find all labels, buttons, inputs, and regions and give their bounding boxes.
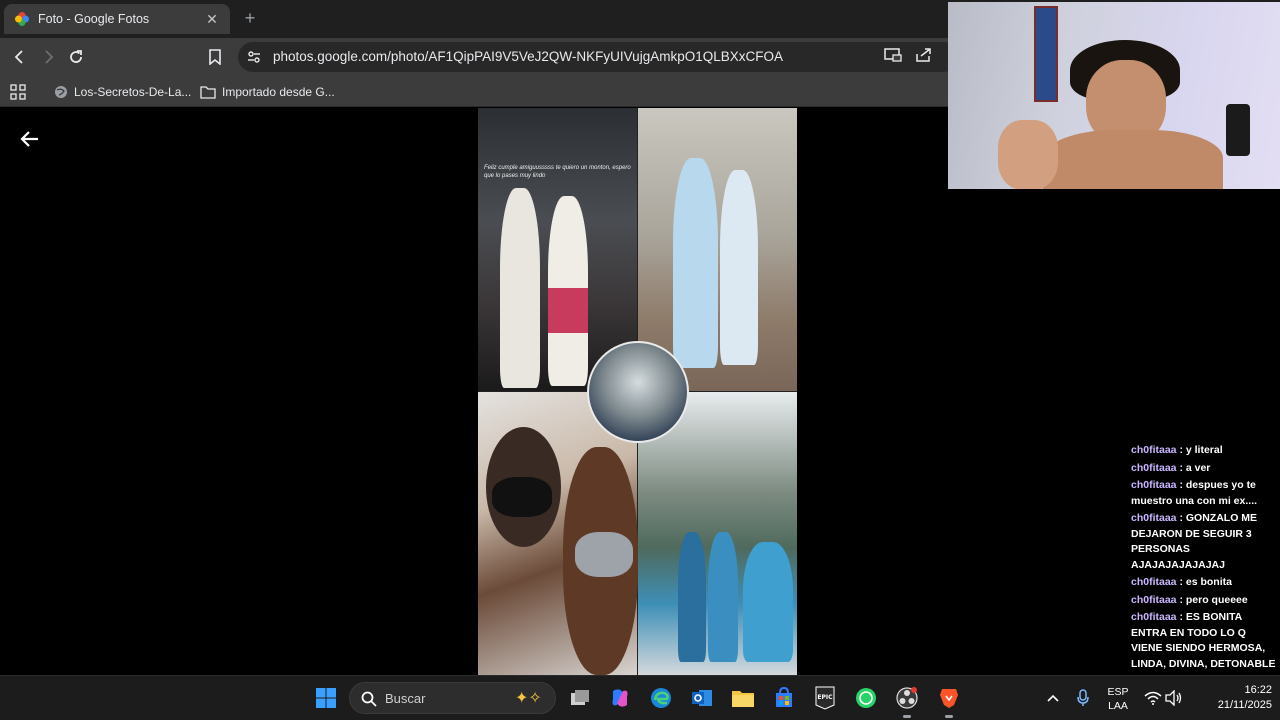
epic-games-icon[interactable]: EPIC	[812, 685, 838, 711]
chat-message: ch0fitaaa : despues yo te muestro una co…	[1131, 479, 1258, 507]
taskbar-search[interactable]: Buscar ✦✧	[349, 682, 556, 714]
obs-studio-icon[interactable]	[894, 685, 920, 711]
photo-circle-inset	[587, 341, 689, 443]
chevron-up-icon[interactable]	[1040, 685, 1066, 711]
bookmark-label: Importado desde G...	[222, 85, 335, 99]
back-arrow-icon[interactable]	[18, 127, 42, 151]
chat-message: ch0fitaaa : a ver	[1131, 461, 1211, 474]
microsoft-store-icon[interactable]	[771, 685, 797, 711]
outlook-icon[interactable]	[689, 685, 715, 711]
chat-message: ch0fitaaa : y literal	[1131, 444, 1223, 456]
cast-icon[interactable]	[884, 47, 902, 63]
microphone-icon[interactable]	[1070, 685, 1096, 711]
browser-tab-active[interactable]: Foto - Google Fotos ✕	[4, 4, 230, 34]
address-bar[interactable]: photos.google.com/photo/AF1QipPAI9V5VeJ2…	[238, 42, 958, 72]
copilot-icon[interactable]	[607, 685, 633, 711]
chat-message: ch0fitaaa : pero queeee	[1131, 593, 1248, 606]
webcam-overlay	[948, 2, 1280, 189]
input-language[interactable]: ESP LAA	[1102, 685, 1134, 713]
bookmark-label: Los-Secretos-De-La...	[74, 85, 192, 99]
brave-browser-icon[interactable]	[936, 685, 962, 711]
stream-chat: ch0fitaaa : y literal ch0fitaaa : a ver …	[1131, 443, 1276, 674]
chat-message: ch0fitaaa : es bonita	[1131, 576, 1232, 588]
share-icon[interactable]	[915, 47, 933, 63]
apps-grid-icon[interactable]	[10, 81, 32, 103]
back-icon[interactable]	[8, 45, 32, 69]
search-icon	[361, 691, 377, 707]
reload-icon[interactable]	[64, 45, 88, 69]
chat-message: ch0fitaaa : ES BONITA ENTRA EN TODO LO Q…	[1131, 611, 1276, 670]
file-explorer-icon[interactable]	[730, 685, 756, 711]
system-clock[interactable]: 16:22 21/11/2025	[1192, 683, 1272, 713]
bookmark-star-icon[interactable]	[203, 45, 227, 69]
collage-photo[interactable]: Feliz cumple amiguusssss te quiero un mo…	[478, 108, 797, 675]
bookmark-folder-importado[interactable]: Importado desde G...	[200, 81, 335, 103]
volume-icon[interactable]	[1161, 685, 1187, 711]
streamer-body	[1043, 130, 1223, 189]
svg-text:EPIC: EPIC	[817, 694, 833, 701]
bookmark-item-secretos[interactable]: Los-Secretos-De-La...	[54, 81, 191, 103]
forward-icon[interactable]	[36, 45, 60, 69]
chat-message: ch0fitaaa : GONZALO ME DEJARON DE SEGUIR…	[1131, 512, 1258, 571]
tab-title: Foto - Google Fotos	[38, 12, 150, 26]
close-tab-icon[interactable]: ✕	[204, 11, 220, 28]
search-label: Buscar	[385, 691, 426, 706]
sparkle-icon: ✦✧	[515, 690, 542, 707]
windows-taskbar: Buscar ✦✧ EPIC ESP LAA 16:22 21/11/2025	[0, 675, 1280, 720]
streamer-hand	[998, 120, 1058, 189]
whatsapp-icon[interactable]	[853, 685, 879, 711]
wall-poster	[1034, 6, 1058, 102]
folder-icon	[200, 86, 216, 99]
globe-icon	[55, 86, 67, 98]
site-settings-icon[interactable]	[246, 49, 262, 65]
windows-start-icon[interactable]	[313, 685, 339, 711]
speaker	[1226, 104, 1250, 156]
photo-caption: Feliz cumple amiguusssss te quiero un mo…	[484, 165, 631, 179]
edge-icon[interactable]	[648, 685, 674, 711]
google-photos-icon	[15, 12, 29, 26]
new-tab-icon[interactable]: +	[240, 8, 260, 28]
url-text: photos.google.com/photo/AF1QipPAI9V5VeJ2…	[273, 49, 783, 64]
brave-active-indicator	[945, 715, 953, 718]
obs-active-indicator	[903, 715, 911, 718]
task-view-icon[interactable]	[567, 685, 593, 711]
photo-viewer: Feliz cumple amiguusssss te quiero un mo…	[0, 107, 1280, 675]
